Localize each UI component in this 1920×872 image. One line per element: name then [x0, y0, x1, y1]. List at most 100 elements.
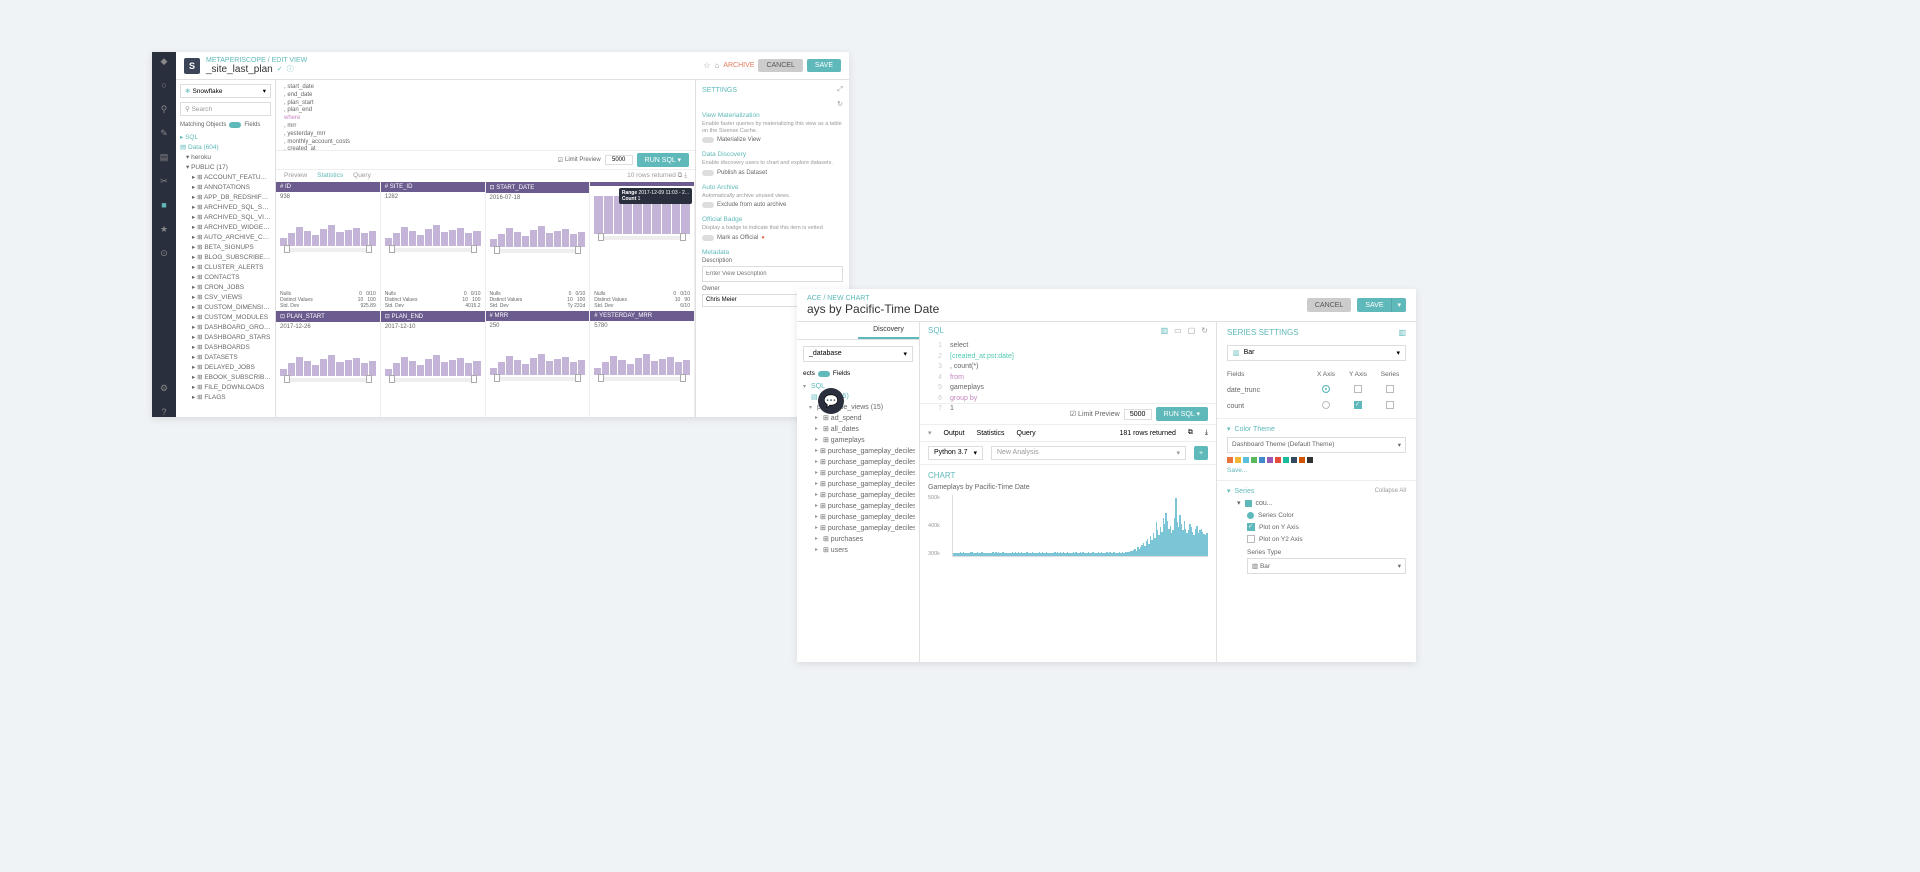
chart-type-select[interactable]: ▥Bar▾	[1227, 345, 1406, 361]
column-header[interactable]: # MRR	[486, 311, 590, 321]
color-swatch[interactable]	[1283, 457, 1289, 463]
limit-value[interactable]: 5000	[605, 155, 633, 165]
nav-target-icon[interactable]: ⊙	[159, 248, 169, 258]
tree-heroku[interactable]: ▾ heroku	[178, 152, 273, 162]
color-swatch[interactable]	[1235, 457, 1241, 463]
official-toggle[interactable]: Mark as Official ●	[702, 235, 843, 241]
tree2-table[interactable]: ▸ ⊞ purchase_gameplay_deciles15...	[801, 467, 915, 478]
add-analysis-button[interactable]: +	[1194, 446, 1208, 460]
tree-table[interactable]: ▸ ⊞ CUSTOM_DIMENSIONS	[178, 302, 273, 312]
tree-table[interactable]: ▸ ⊞ DASHBOARD_GROUP_PERM...	[178, 322, 273, 332]
tree-table[interactable]: ▸ ⊞ CLUSTER_ALERTS	[178, 262, 273, 272]
tree-table[interactable]: ▸ ⊞ ARCHIVED_SQL_VIEWS	[178, 212, 273, 222]
tree2-table[interactable]: ▸ ⊞ gameplays	[801, 434, 915, 445]
tree-table[interactable]: ▸ ⊞ ARCHIVED_SQL_SNIPPETS	[178, 202, 273, 212]
tree-public[interactable]: ▾ PUBLIC (17)	[178, 162, 273, 172]
tree2-table[interactable]: ▸ ⊞ purchase_gameplay_deciles	[801, 445, 915, 456]
tab-query[interactable]: Query	[353, 172, 371, 180]
history-icon-2[interactable]: ↻	[1201, 326, 1208, 335]
python-select[interactable]: Python 3.7▾	[928, 446, 983, 460]
color-swatch[interactable]	[1251, 457, 1257, 463]
limit-check-2[interactable]: ☑ Limit Preview	[1070, 410, 1120, 418]
exclude-archive-toggle[interactable]: Exclude from auto archive	[702, 202, 843, 208]
chart-mode-icon[interactable]: ▥	[1161, 326, 1169, 335]
nav-gear-icon[interactable]: ⚙	[159, 383, 169, 393]
limit-preview-check[interactable]: ☑ Limit Preview	[558, 157, 601, 164]
tree-table[interactable]: ▸ ⊞ ANNOTATIONS	[178, 182, 273, 192]
info-icon[interactable]: ⓘ	[287, 64, 294, 74]
save-button-2[interactable]: SAVE	[1357, 298, 1391, 312]
theme-select[interactable]: Dashboard Theme (Default Theme)▾	[1227, 437, 1406, 453]
tree2-table[interactable]: ▸ ⊞ ad_spend	[801, 412, 915, 423]
column-header[interactable]: # YESTERDAY_MRR	[590, 311, 694, 321]
nav-circle-icon[interactable]: ○	[159, 80, 169, 90]
tree-table[interactable]: ▸ ⊞ CSV_VIEWS	[178, 292, 273, 302]
settings-expand-icon[interactable]: ⤢	[837, 86, 843, 94]
cancel-button[interactable]: CANCEL	[758, 59, 802, 72]
tree2-table[interactable]: ▸ ⊞ purchases	[801, 533, 915, 544]
color-swatch[interactable]	[1259, 457, 1265, 463]
copy-icon[interactable]: ⧉	[1188, 429, 1193, 437]
run-sql-button[interactable]: RUN SQL ▾	[637, 153, 689, 167]
tree-table[interactable]: ▸ ⊞ FLAGS	[178, 392, 273, 402]
tree-sql-header[interactable]: ▸ SQL	[178, 132, 273, 142]
nav-star-icon[interactable]: ★	[159, 224, 169, 234]
save-theme-link[interactable]: Save...	[1227, 467, 1406, 474]
star-icon[interactable]: ☆	[703, 61, 710, 70]
code-mode-icon[interactable]: ▭	[1174, 326, 1182, 335]
archive-button[interactable]: ARCHIVE	[723, 62, 754, 69]
color-swatch[interactable]	[1267, 457, 1273, 463]
nav-search-icon[interactable]: ⚲	[159, 104, 169, 114]
tree-table[interactable]: ▸ ⊞ BETA_SIGNUPS	[178, 242, 273, 252]
sql-editor[interactable]: , start_date, end_date, plan_start, plan…	[276, 80, 695, 150]
plot-y-check[interactable]: Plot on Y Axis	[1247, 521, 1406, 533]
cancel-button-2[interactable]: CANCEL	[1307, 298, 1351, 312]
objects-toggle[interactable]	[229, 122, 241, 128]
plot-y2-check[interactable]: Plot on Y2 Axis	[1247, 533, 1406, 545]
series-item-cou[interactable]: ▾ cou...	[1237, 499, 1406, 507]
date-trunc-xaxis-radio[interactable]	[1322, 385, 1330, 393]
tree2-table[interactable]: ▸ ⊞ all_dates	[801, 423, 915, 434]
tree-table[interactable]: ▸ ⊞ ACCOUNT_FEATURE_SETTI...	[178, 172, 273, 182]
tree-table[interactable]: ▸ ⊞ ARCHIVED_WIDGETS	[178, 222, 273, 232]
count-series-check[interactable]	[1386, 401, 1394, 409]
color-swatch[interactable]	[1275, 457, 1281, 463]
nav-scissors-icon[interactable]: ✂	[159, 176, 169, 186]
home-icon[interactable]: ⌂	[714, 61, 719, 70]
breadcrumb[interactable]: METAPERISCOPE / EDIT VIEW	[206, 57, 307, 64]
count-xaxis-radio[interactable]	[1322, 401, 1330, 409]
chevron-down-icon[interactable]: ▾	[928, 429, 932, 437]
tab-preview[interactable]: Preview	[284, 172, 307, 180]
tree2-table[interactable]: ▸ ⊞ users	[801, 544, 915, 555]
color-swatch[interactable]	[1307, 457, 1313, 463]
tree-table[interactable]: ▸ ⊞ EBOOK_SUBSCRIBERS	[178, 372, 273, 382]
history-icon[interactable]: ↻	[837, 101, 843, 108]
nav-help-icon[interactable]: ?	[159, 407, 169, 417]
schema-search[interactable]: ⚲ Search	[180, 102, 271, 116]
nav-edit-icon[interactable]: ✎	[159, 128, 169, 138]
color-theme-header[interactable]: ▾ Color Theme	[1227, 425, 1406, 433]
download-icon[interactable]: ⤓	[1205, 429, 1208, 437]
database-select[interactable]: ❄Snowflake▾	[180, 84, 271, 98]
color-swatch[interactable]	[1291, 457, 1297, 463]
settings-icon[interactable]: ▢	[1188, 326, 1196, 335]
count-yaxis-check[interactable]	[1354, 401, 1362, 409]
tree-table[interactable]: ▸ ⊞ FILE_DOWNLOADS	[178, 382, 273, 392]
tree-data-header[interactable]: ▤ Data (604)	[178, 142, 273, 152]
color-swatch[interactable]	[1299, 457, 1305, 463]
color-swatch[interactable]	[1227, 457, 1233, 463]
materialize-toggle[interactable]: Materialize View	[702, 137, 843, 143]
description-input[interactable]	[702, 266, 843, 282]
column-header[interactable]: ⊡ PLAN_END	[381, 311, 485, 322]
tree2-table[interactable]: ▸ ⊞ purchase_gameplay_deciles15...	[801, 478, 915, 489]
output-tab[interactable]: Output	[944, 430, 965, 437]
database-select-2[interactable]: _database▾	[803, 346, 913, 362]
tab-sql[interactable]	[797, 322, 858, 339]
tree-table[interactable]: ▸ ⊞ CONTACTS	[178, 272, 273, 282]
tree-table[interactable]: ▸ ⊞ DASHBOARDS	[178, 342, 273, 352]
sql-editor-2[interactable]: 1select2 [created_at:pst:date]3 , count(…	[920, 339, 1216, 403]
tree2-table[interactable]: ▸ ⊞ purchase_gameplay_deciles15...	[801, 489, 915, 500]
query-tab-2[interactable]: Query	[1017, 430, 1036, 437]
tree-table[interactable]: ▸ ⊞ BLOG_SUBSCRIBERS	[178, 252, 273, 262]
tree2-table[interactable]: ▸ ⊞ purchase_gameplay_deciles15...	[801, 456, 915, 467]
